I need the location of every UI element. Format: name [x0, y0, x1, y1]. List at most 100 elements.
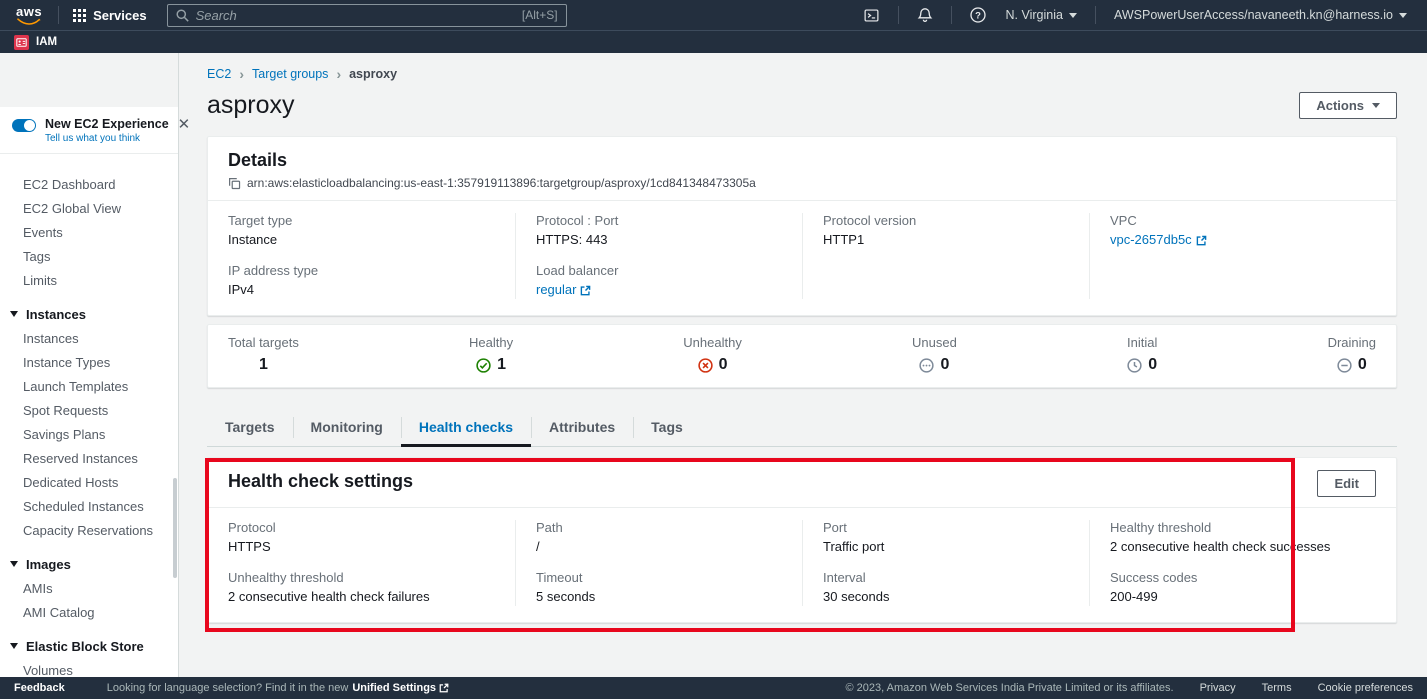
sidebar-item-scheduled-instances[interactable]: Scheduled Instances — [0, 494, 178, 518]
breadcrumb-ec2[interactable]: EC2 — [207, 67, 231, 81]
sidebar-item-reserved-instances[interactable]: Reserved Instances — [0, 446, 178, 470]
triangle-down-icon — [10, 561, 18, 567]
services-menu-button[interactable]: Services — [67, 8, 153, 23]
field-protocol-version: Protocol version HTTP1 — [823, 213, 1073, 249]
experience-title: New EC2 Experience — [45, 117, 169, 131]
sidebar-scrollbar[interactable] — [173, 478, 177, 578]
terminal-icon — [863, 8, 880, 23]
actions-button[interactable]: Actions — [1299, 92, 1397, 119]
field-protocol-port: Protocol : Port HTTPS: 443 — [536, 213, 786, 249]
feedback-button[interactable]: Feedback — [14, 682, 65, 694]
privacy-link[interactable]: Privacy — [1200, 682, 1236, 694]
sidebar-item-events[interactable]: Events — [0, 220, 178, 244]
sidebar-item-ec2-global-view[interactable]: EC2 Global View — [0, 196, 178, 220]
new-ec2-experience-box: New EC2 Experience Tell us what you thin… — [0, 107, 178, 154]
experience-toggle[interactable] — [12, 119, 36, 132]
external-link-icon — [580, 285, 591, 296]
cookie-preferences-link[interactable]: Cookie preferences — [1318, 682, 1413, 694]
field-interval: Interval 30 seconds — [823, 570, 1073, 606]
favorites-bar: IAM — [0, 30, 1427, 53]
field-port: Port Traffic port — [823, 520, 1073, 556]
experience-feedback-link[interactable]: Tell us what you think — [45, 133, 169, 144]
services-label: Services — [93, 8, 147, 23]
tab-targets[interactable]: Targets — [207, 410, 293, 446]
minus-circle-icon — [1337, 358, 1352, 373]
copy-icon[interactable] — [228, 177, 241, 190]
stat-unused: Unused 0 — [912, 335, 957, 375]
tab-tags[interactable]: Tags — [633, 410, 701, 446]
nav-divider — [951, 6, 952, 24]
aws-smile-icon — [17, 18, 41, 25]
chevron-down-icon — [1069, 13, 1077, 18]
account-label: AWSPowerUserAccess/navaneeth.kn@harness.… — [1114, 8, 1393, 22]
question-icon: ? — [970, 7, 986, 23]
cloudshell-button[interactable] — [853, 8, 890, 23]
help-button[interactable]: ? — [960, 7, 996, 23]
field-timeout: Timeout 5 seconds — [536, 570, 786, 606]
edit-button[interactable]: Edit — [1317, 470, 1376, 497]
language-hint: Looking for language selection? Find it … — [107, 682, 349, 694]
load-balancer-link[interactable]: regular — [536, 281, 591, 299]
tab-bar: Targets Monitoring Health checks Attribu… — [207, 410, 1397, 447]
search-input[interactable] — [196, 8, 515, 23]
target-group-arn: arn:aws:elasticloadbalancing:us-east-1:3… — [247, 176, 756, 190]
account-menu[interactable]: AWSPowerUserAccess/navaneeth.kn@harness.… — [1104, 8, 1417, 22]
dots-circle-icon — [919, 358, 934, 373]
unified-settings-link[interactable]: Unified Settings — [352, 682, 449, 694]
breadcrumb: EC2 › Target groups › asproxy — [207, 67, 1397, 81]
external-link-icon — [1196, 235, 1207, 246]
sidebar-section-instances[interactable]: Instances — [0, 302, 178, 326]
targets-summary-card: Total targets 1 Healthy 1 Unhealthy — [207, 324, 1397, 388]
favorite-iam[interactable]: IAM — [14, 35, 57, 50]
stat-healthy: Healthy 1 — [469, 335, 513, 375]
stat-unhealthy: Unhealthy 0 — [683, 335, 742, 375]
grid-icon — [73, 9, 86, 22]
sidebar-section-images[interactable]: Images — [0, 552, 178, 576]
main-content: EC2 › Target groups › asproxy asproxy Ac… — [179, 53, 1427, 677]
search-icon — [176, 9, 189, 22]
sidebar-item-spot-requests[interactable]: Spot Requests — [0, 398, 178, 422]
favorite-iam-label: IAM — [36, 36, 57, 48]
field-ip-address-type: IP address type IPv4 — [228, 263, 499, 299]
sidebar-item-tags[interactable]: Tags — [0, 244, 178, 268]
tab-monitoring[interactable]: Monitoring — [293, 410, 401, 446]
field-unhealthy-threshold: Unhealthy threshold 2 consecutive health… — [228, 570, 499, 606]
triangle-down-icon — [10, 643, 18, 649]
tab-attributes[interactable]: Attributes — [531, 410, 633, 446]
nav-divider — [898, 6, 899, 24]
sidebar-item-limits[interactable]: Limits — [0, 268, 178, 292]
sidebar-top-gap — [0, 53, 178, 107]
breadcrumb-current: asproxy — [349, 67, 397, 81]
copyright-text: © 2023, Amazon Web Services India Privat… — [846, 682, 1174, 694]
sidebar-item-ami-catalog[interactable]: AMI Catalog — [0, 600, 178, 624]
global-search[interactable]: [Alt+S] — [167, 4, 567, 27]
clock-circle-icon — [1127, 358, 1142, 373]
sidebar-item-instances[interactable]: Instances — [0, 326, 178, 350]
aws-logo[interactable]: aws — [16, 6, 42, 25]
sidebar-section-elastic-block-store[interactable]: Elastic Block Store — [0, 634, 178, 658]
field-vpc: VPC vpc-2657db5c — [1110, 213, 1360, 249]
sidebar-item-amis[interactable]: AMIs — [0, 576, 178, 600]
notifications-button[interactable] — [907, 7, 943, 23]
stat-total-targets: Total targets 1 — [228, 335, 299, 375]
sidebar-item-launch-templates[interactable]: Launch Templates — [0, 374, 178, 398]
close-icon[interactable]: ✕ — [178, 117, 191, 144]
vpc-link[interactable]: vpc-2657db5c — [1110, 231, 1207, 249]
check-circle-icon — [476, 358, 491, 373]
breadcrumb-target-groups[interactable]: Target groups — [252, 67, 328, 81]
terms-link[interactable]: Terms — [1262, 682, 1292, 694]
details-title: Details — [228, 149, 1376, 171]
field-success-codes: Success codes 200-499 — [1110, 570, 1360, 606]
sidebar-item-instance-types[interactable]: Instance Types — [0, 350, 178, 374]
sidebar-item-capacity-reservations[interactable]: Capacity Reservations — [0, 518, 178, 542]
stat-draining: Draining 0 — [1328, 335, 1376, 375]
external-link-icon — [439, 683, 449, 693]
region-selector[interactable]: N. Virginia — [996, 8, 1087, 22]
sidebar-item-savings-plans[interactable]: Savings Plans — [0, 422, 178, 446]
sidebar-nav: EC2 Dashboard EC2 Global View Events Tag… — [0, 154, 178, 699]
sidebar-item-ec2-dashboard[interactable]: EC2 Dashboard — [0, 172, 178, 196]
nav-divider — [58, 6, 59, 24]
chevron-right-icon: › — [336, 68, 341, 80]
tab-health-checks[interactable]: Health checks — [401, 410, 531, 446]
sidebar-item-dedicated-hosts[interactable]: Dedicated Hosts — [0, 470, 178, 494]
